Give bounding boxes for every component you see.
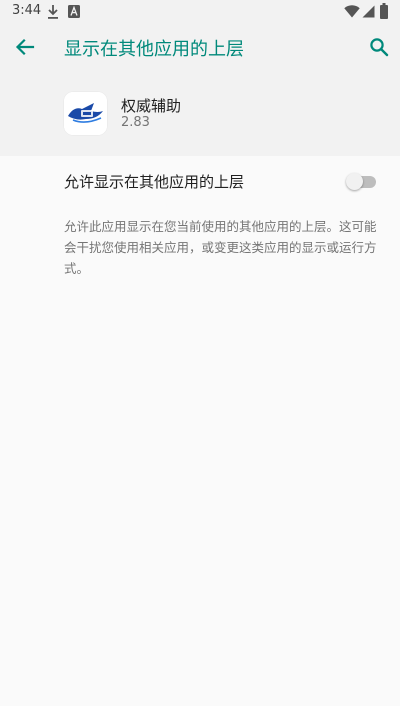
allow-overlay-switch[interactable] [346, 172, 376, 192]
signal-icon [362, 5, 375, 18]
overlay-description: 允许此应用显示在您当前使用的其他应用的上层。这可能会干扰您使用相关应用，或变更这… [64, 219, 377, 276]
allow-overlay-label: 允许显示在其他应用的上层 [64, 173, 245, 191]
status-bar: 3:44 [0, 0, 400, 24]
wifi-icon [344, 5, 360, 18]
app-logo-icon [64, 92, 107, 135]
bottom-edge [0, 706, 400, 710]
allow-overlay-setting-row[interactable]: 允许显示在其他应用的上层 [0, 156, 400, 206]
download-icon [48, 5, 58, 19]
page-title: 显示在其他应用的上层 [64, 39, 244, 60]
search-button[interactable] [364, 32, 394, 62]
switch-thumb [346, 173, 363, 190]
app-name: 权威辅助 [121, 97, 182, 115]
arrow-back-icon [15, 38, 35, 56]
battery-icon [380, 3, 388, 19]
back-button[interactable] [10, 32, 40, 62]
app-version: 2.83 [121, 115, 150, 130]
app-header: 权威辅助 2.83 [0, 70, 400, 156]
status-time: 3:44 [12, 3, 42, 18]
font-a-icon [68, 5, 80, 18]
app-bar: 显示在其他应用的上层 [0, 24, 400, 70]
search-icon [370, 38, 389, 57]
